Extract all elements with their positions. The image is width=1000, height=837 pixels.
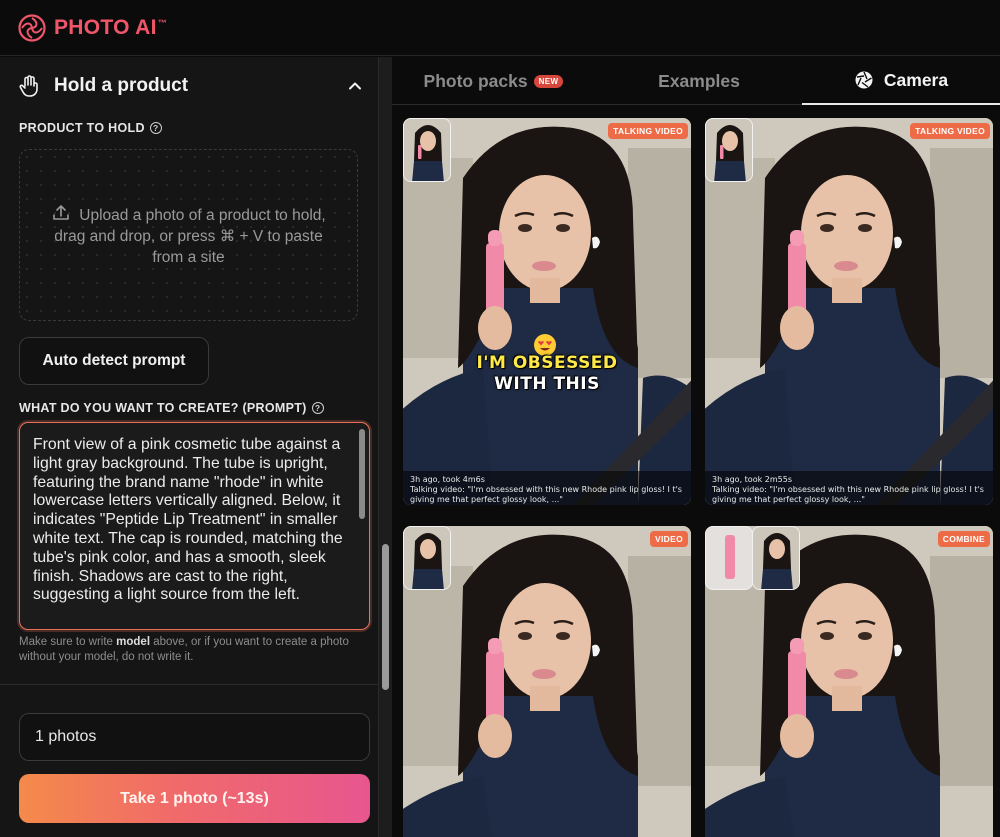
help-icon[interactable]: ? [149,122,162,134]
scrollbar-thumb[interactable] [382,544,389,690]
section-title: Hold a product [54,75,189,96]
video-tag: VIDEO [650,531,688,547]
upload-icon [53,204,70,220]
thumbnail-image [404,119,450,181]
tab-bar: Photo packs NEW Examples Camera [392,57,1000,105]
result-card[interactable]: VIDEO [403,526,691,837]
photo-count-select[interactable]: 1 photos [19,713,370,761]
prompt-label: WHAT DO YOU WANT TO CREATE? (PROMPT) ? [19,401,324,415]
section-header-hold-product[interactable]: Hold a product [18,69,362,103]
result-card[interactable]: TALKING VIDEO 3h ago, took 2m55s Talking… [705,118,993,505]
prompt-textarea[interactable]: Front view of a pink cosmetic tube again… [19,422,370,630]
product-thumbnail[interactable] [705,526,753,590]
prompt-value[interactable]: Front view of a pink cosmetic tube again… [33,436,351,605]
right-panel: Photo packs NEW Examples Camera I'M OBSE… [392,57,1000,837]
tab-photo-packs[interactable]: Photo packs NEW [392,57,595,105]
prompt-hint: Make sure to write model above, or if yo… [19,636,349,663]
take-photo-button[interactable]: Take 1 photo (~13s) [19,774,370,823]
help-icon[interactable]: ? [311,402,324,414]
camera-aperture-icon [855,71,873,89]
result-meta: 3h ago, took 2m55s [712,475,792,484]
result-card[interactable]: I'M OBSESSED WITH THIS TALKING VIDEO 3h … [403,118,691,505]
divider [0,684,378,685]
logo-swirl-icon[interactable] [18,13,46,42]
combine-tag: COMBINE [937,531,990,547]
talking-video-tag: TALKING VIDEO [608,123,688,139]
thumbnail-image [404,527,450,589]
reference-thumbnail[interactable] [403,118,451,182]
prompt-scrollbar[interactable] [359,429,365,519]
hand-icon [19,75,38,97]
video-overlay-line1: I'M OBSESSED [476,353,618,373]
product-upload-dropzone[interactable]: Upload a photo of a product to hold, dra… [19,149,358,321]
product-to-hold-label: PRODUCT TO HOLD ? [19,121,162,135]
tab-camera[interactable]: Camera [802,57,1000,105]
result-meta: 3h ago, took 4m6s [410,475,485,484]
lip-tube-thumbnail-image [706,527,752,589]
thumbnail-image [753,527,799,589]
left-panel-scrollbar[interactable] [378,57,392,837]
tab-examples[interactable]: Examples [595,57,803,105]
logo-text[interactable]: PHOTO AI™ [54,16,167,40]
dropzone-text: Upload a photo of a product to hold, dra… [54,206,326,266]
result-description: Talking video: "I'm obsessed with this n… [410,484,682,504]
result-description: Talking video: "I'm obsessed with this n… [712,484,984,504]
video-overlay-line2: WITH THIS [494,374,600,394]
result-caption: 3h ago, took 4m6s Talking video: "I'm ob… [403,471,691,505]
left-panel: Hold a product PRODUCT TO HOLD ? Upload … [0,57,378,837]
result-card[interactable]: COMBINE [705,526,993,837]
new-badge: NEW [533,74,564,88]
result-caption: 3h ago, took 2m55s Talking video: "I'm o… [705,471,993,505]
auto-detect-prompt-button[interactable]: Auto detect prompt [19,337,209,385]
reference-thumbnail[interactable] [752,526,800,590]
top-bar: PHOTO AI™ [0,0,1000,56]
reference-thumbnail[interactable] [705,118,753,182]
reference-thumbnail[interactable] [403,526,451,590]
talking-video-tag: TALKING VIDEO [910,123,990,139]
thumbnail-image [706,119,752,181]
chevron-up-icon[interactable] [348,79,362,93]
